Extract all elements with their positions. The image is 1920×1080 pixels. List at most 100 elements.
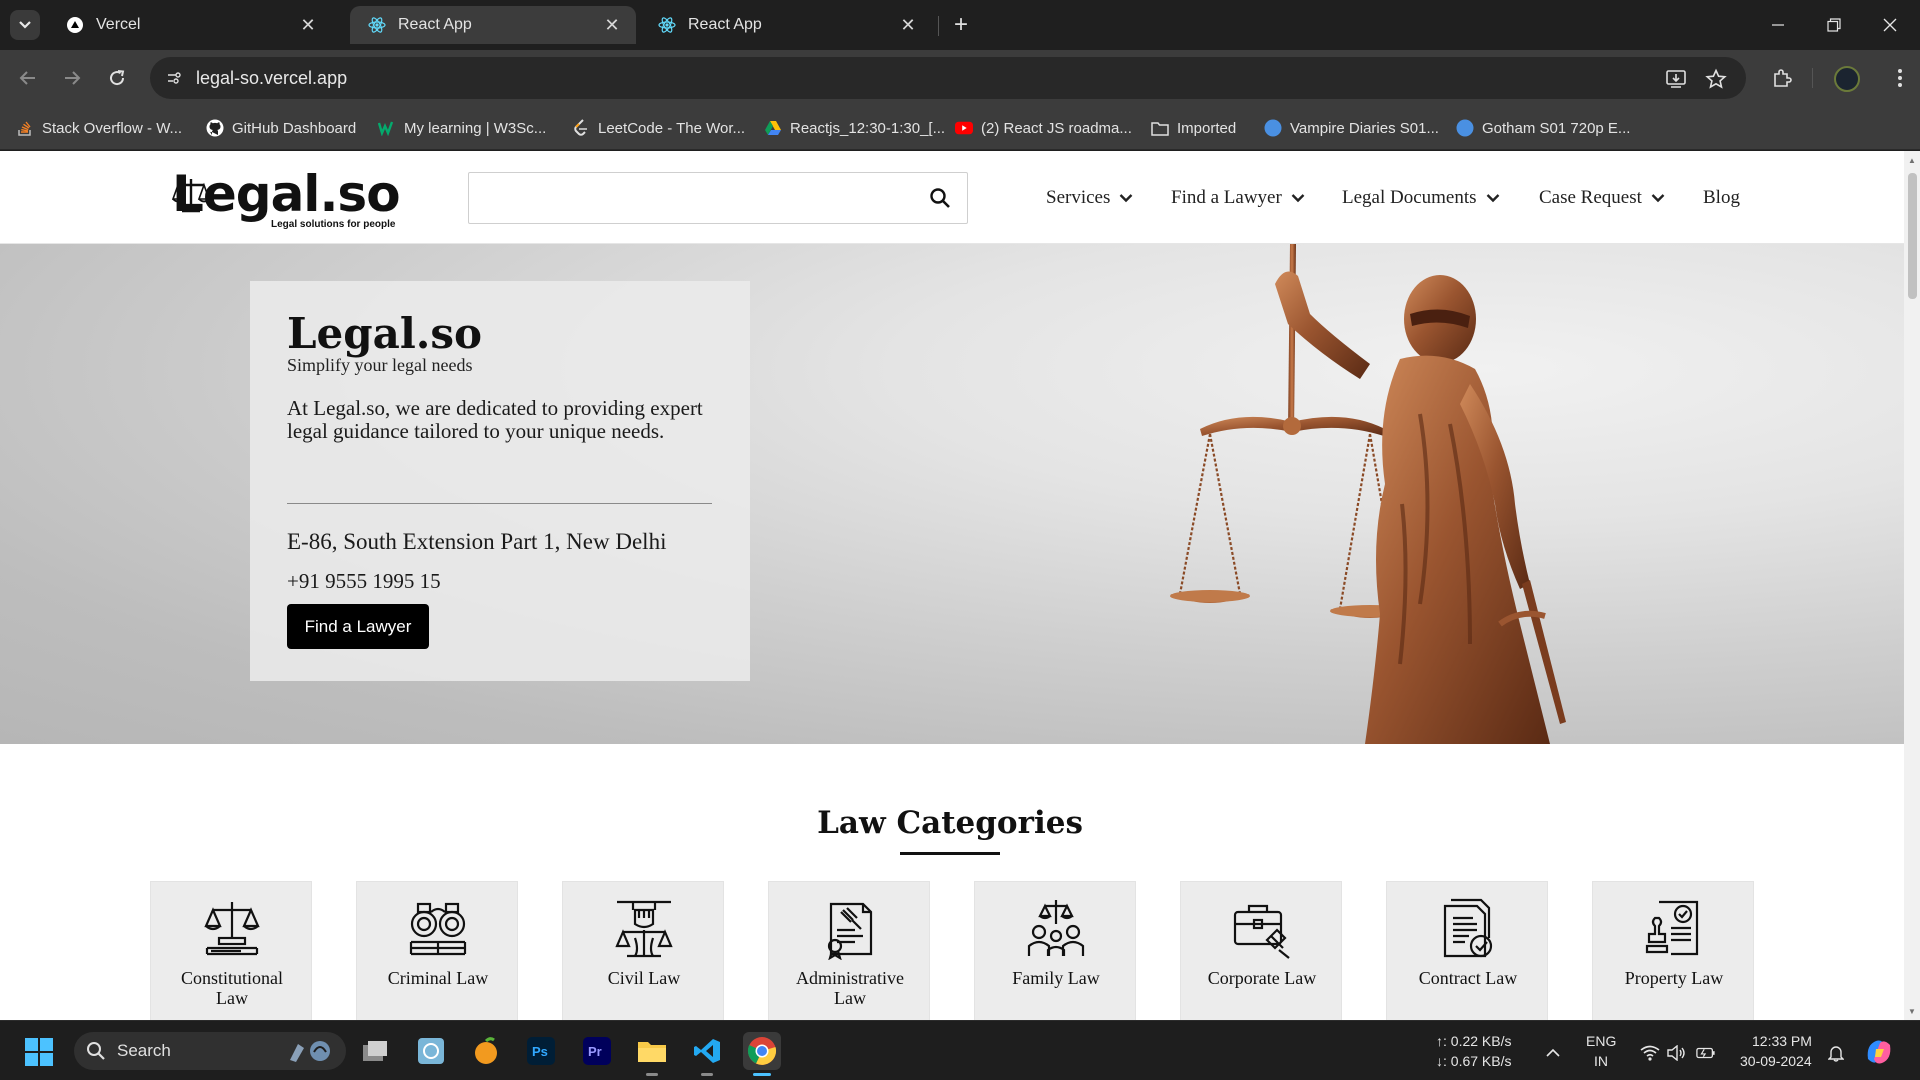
site-logo[interactable]: Legal.so Legal solutions for people (172, 165, 401, 233)
close-icon[interactable]: ✕ (298, 15, 318, 35)
nav-label: Blog (1703, 187, 1740, 208)
scroll-up-icon[interactable]: ▲ (1907, 155, 1917, 165)
w3schools-icon (378, 119, 396, 137)
bookmark-leetcode[interactable]: LeetCode - The Wor... (572, 116, 745, 140)
category-card-family[interactable]: Family Law (974, 881, 1136, 1020)
bookmark-youtube[interactable]: (2) React JS roadma... (955, 116, 1132, 140)
battery-icon[interactable] (1696, 1043, 1716, 1063)
arrow-left-icon (19, 71, 35, 85)
category-card-criminal[interactable]: Criminal Law (356, 881, 518, 1020)
taskbar-app-premiere[interactable]: Pr (578, 1032, 616, 1070)
logo-wordmark: Legal.so (172, 165, 401, 223)
hero-description: At Legal.so, we are dedicated to providi… (287, 396, 703, 443)
bookmark-gotham[interactable]: Gotham S01 720p E... (1456, 116, 1630, 140)
copilot-icon[interactable] (1864, 1037, 1894, 1067)
bookmark-vampire-diaries[interactable]: Vampire Diaries S01... (1264, 116, 1439, 140)
nav-case-request[interactable]: Case Request (1539, 185, 1665, 211)
tab-search-button[interactable] (10, 10, 40, 40)
toolbar-separator (1812, 68, 1813, 88)
globe-icon (1264, 119, 1282, 137)
taskbar-app-settings[interactable] (412, 1032, 450, 1070)
profile-avatar[interactable] (1834, 66, 1860, 92)
category-card-corporate[interactable]: Corporate Law (1180, 881, 1342, 1020)
category-label: Property Law (1624, 968, 1724, 988)
tab-react-app[interactable]: React App ✕ (640, 6, 932, 44)
tab-bar: Vercel ✕ React App ✕ React App ✕ + (0, 0, 1920, 50)
chevron-down-icon (1486, 194, 1499, 203)
reload-button[interactable] (101, 62, 133, 94)
bookmark-github[interactable]: GitHub Dashboard (206, 116, 356, 140)
chevron-down-icon (1291, 194, 1305, 203)
nav-legal-documents[interactable]: Legal Documents (1342, 185, 1500, 211)
category-card-property[interactable]: Property Law (1592, 881, 1754, 1020)
notifications-bell-icon[interactable] (1826, 1043, 1846, 1063)
taskbar-app-file-explorer[interactable] (633, 1032, 671, 1076)
bookmark-w3schools[interactable]: My learning | W3Sc... (378, 116, 546, 140)
tab-react-app-active[interactable]: React App ✕ (350, 6, 636, 44)
taskbar-app-chrome[interactable] (743, 1032, 781, 1076)
search-icon[interactable] (929, 187, 951, 209)
taskbar-search-label: Search (117, 1041, 171, 1060)
close-icon[interactable]: ✕ (602, 15, 622, 35)
network-upload-speed: ↑: 0.22 KB/s (1436, 1033, 1512, 1049)
property-stamp-icon (1645, 900, 1699, 956)
restore-button[interactable] (1806, 0, 1862, 50)
new-tab-button[interactable]: + (948, 11, 974, 38)
vscode-icon (694, 1039, 720, 1063)
close-icon[interactable]: ✕ (898, 15, 918, 35)
briefcase-gavel-icon (1233, 904, 1290, 959)
nav-services[interactable]: Services (1046, 185, 1133, 211)
browser-toolbar: legal-so.vercel.app (0, 50, 1920, 106)
site-header: Legal.so Legal solutions for people Serv… (0, 151, 1904, 244)
category-card-constitutional[interactable]: Constitutional Law (150, 881, 312, 1020)
leetcode-icon (572, 119, 590, 137)
clock-time[interactable]: 12:33 PM (1752, 1033, 1812, 1049)
wifi-icon[interactable] (1640, 1043, 1660, 1063)
nav-find-a-lawyer[interactable]: Find a Lawyer (1171, 185, 1305, 211)
taskbar-search[interactable]: Search (74, 1032, 346, 1070)
taskbar-task-view[interactable] (356, 1032, 394, 1070)
scroll-down-icon[interactable]: ▼ (1907, 1006, 1917, 1016)
show-hidden-icons-chevron-up-icon[interactable] (1543, 1043, 1563, 1063)
logo-tagline: Legal solutions for people (271, 219, 396, 230)
category-card-contract[interactable]: Contract Law (1386, 881, 1548, 1020)
category-label: Administrative Law (796, 968, 904, 1008)
arrow-right-icon (65, 71, 81, 85)
chevron-down-icon (1651, 194, 1665, 203)
category-label: Constitutional Law (180, 968, 283, 1008)
tab-vercel[interactable]: Vercel ✕ (48, 6, 332, 44)
lady-justice-statue-image (1170, 244, 1566, 744)
site-search-input[interactable] (469, 173, 909, 223)
family-icon (1027, 900, 1085, 956)
bookmark-google-drive[interactable]: Reactjs_12:30-1:30_[... (764, 116, 945, 140)
clock-date[interactable]: 30-09-2024 (1740, 1053, 1812, 1069)
bookmark-stackoverflow[interactable]: Stack Overflow - W... (16, 116, 182, 140)
taskbar-app-vscode[interactable] (688, 1032, 726, 1076)
bookmark-folder-imported[interactable]: Imported (1151, 116, 1236, 140)
category-card-civil[interactable]: Civil Law (562, 881, 724, 1020)
bookmark-star-icon[interactable] (1704, 67, 1728, 91)
more-options-icon[interactable] (1886, 64, 1914, 92)
search-icon (87, 1042, 105, 1060)
taskbar-app-fruit[interactable] (467, 1032, 505, 1070)
category-card-administrative[interactable]: Administrative Law (768, 881, 930, 1020)
react-icon (658, 16, 676, 34)
nav-blog[interactable]: Blog (1703, 185, 1740, 211)
minimize-icon (1772, 24, 1784, 26)
taskbar-app-photoshop[interactable]: Ps (522, 1032, 560, 1070)
find-a-lawyer-button[interactable]: Find a Lawyer (287, 604, 429, 649)
input-region[interactable]: IN (1594, 1053, 1608, 1069)
scroll-thumb[interactable] (1908, 173, 1917, 299)
install-app-icon[interactable] (1664, 67, 1688, 91)
windows-start-icon[interactable] (24, 1037, 54, 1067)
page-scrollbar[interactable]: ▲ ▼ (1904, 151, 1920, 1020)
input-language[interactable]: ENG (1586, 1033, 1616, 1049)
forward-button[interactable] (56, 62, 88, 94)
close-window-button[interactable] (1862, 0, 1918, 50)
extensions-icon[interactable] (1768, 64, 1796, 92)
volume-icon[interactable] (1666, 1043, 1686, 1063)
address-bar[interactable]: legal-so.vercel.app (150, 57, 1746, 99)
site-info-icon[interactable] (162, 66, 186, 90)
back-button[interactable] (12, 62, 44, 94)
minimize-button[interactable] (1750, 0, 1806, 50)
